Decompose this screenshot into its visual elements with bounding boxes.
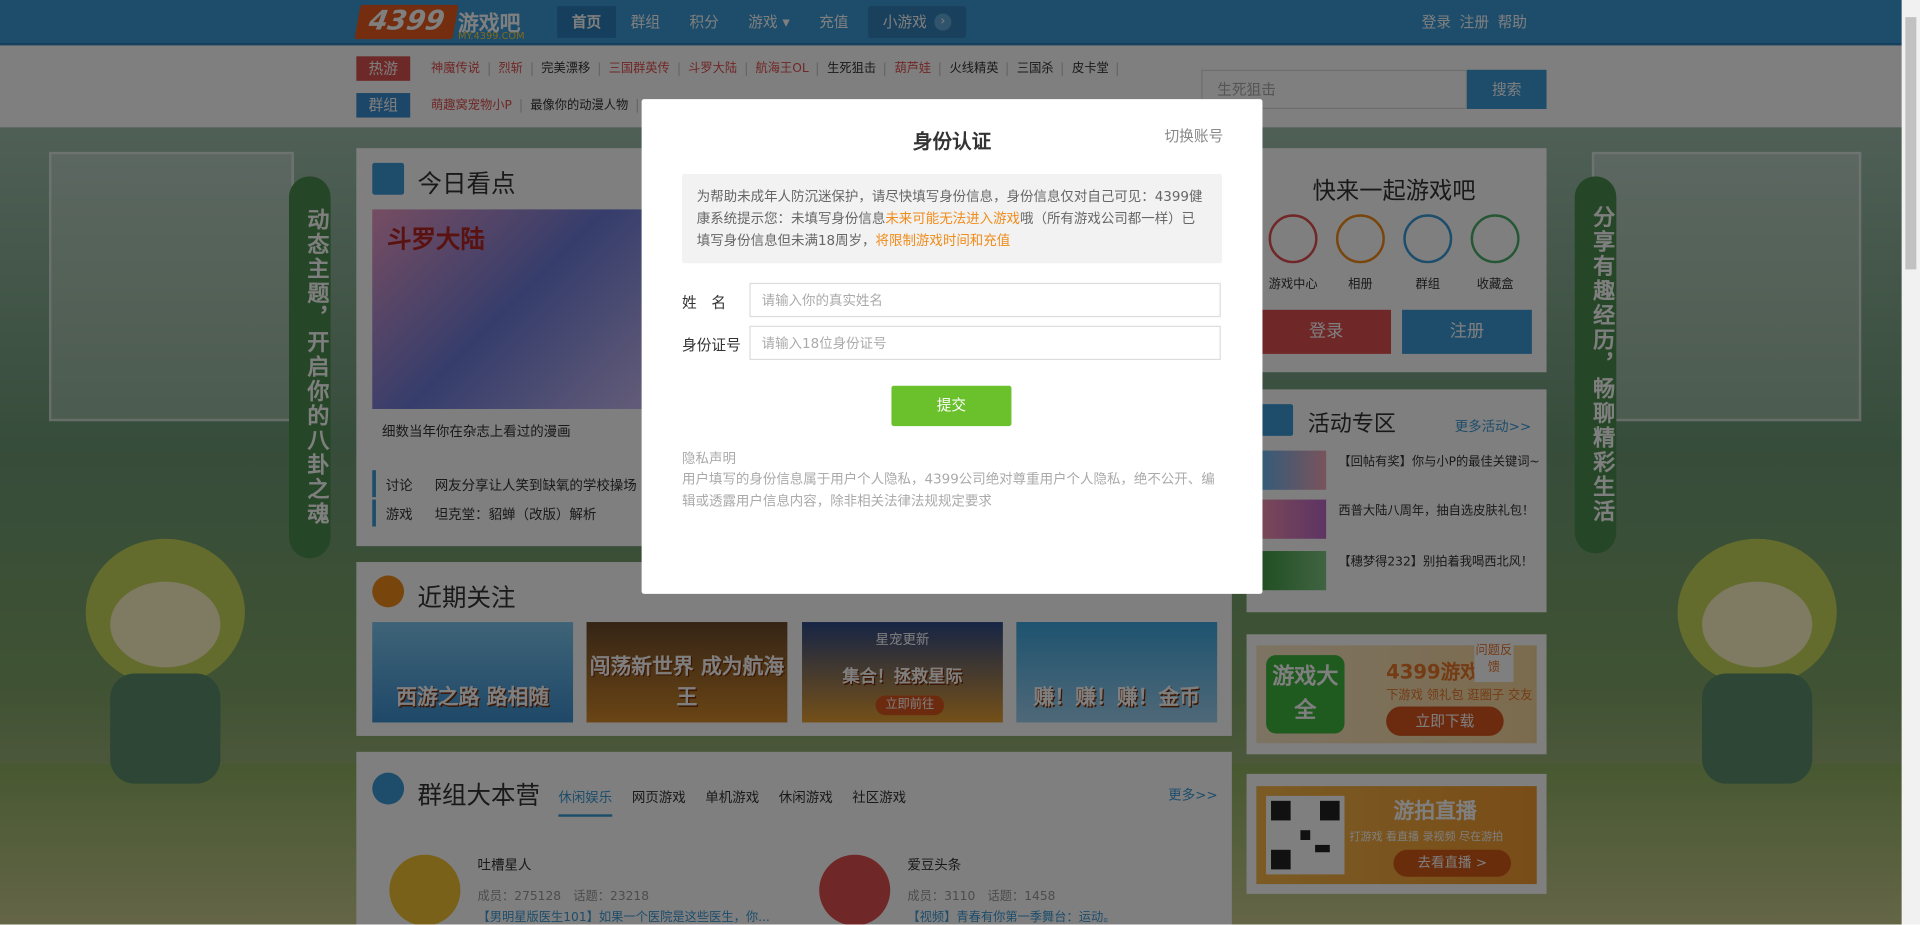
switch-account-link[interactable]: 切换账号 <box>1164 125 1223 146</box>
page-scrollbar[interactable] <box>1901 0 1920 925</box>
id-number-input[interactable] <box>749 325 1221 361</box>
id-label: 身份证号 <box>682 336 741 354</box>
page: 4399 游戏吧 MY.4399.COM 首页 群组 积分 游戏 ▾ 充值 小游… <box>0 0 1920 925</box>
notice-warning: 将限制游戏时间和充值 <box>875 232 1011 249</box>
submit-button[interactable]: 提交 <box>891 385 1012 427</box>
name-label: 姓 名 <box>682 293 727 312</box>
name-row: 姓 名 <box>682 282 1222 320</box>
identity-verification-dialog: 身份认证 切换账号 为帮助未成年人防沉迷保护，请尽快填写身份信息，身份信息仅对自… <box>641 99 1263 594</box>
id-row: 身份证号 <box>682 325 1222 363</box>
privacy-title: 隐私声明 <box>682 450 736 467</box>
real-name-input[interactable] <box>749 282 1221 318</box>
anti-addiction-notice: 为帮助未成年人防沉迷保护，请尽快填写身份信息，身份信息仅对自己可见：4399健康… <box>682 173 1223 264</box>
privacy-text: 用户填写的身份信息属于用户个人隐私，4399公司绝对尊重用户个人隐私，绝不公开、… <box>682 471 1215 510</box>
notice-warning: 未来可能无法进入游戏 <box>885 210 1021 227</box>
scrollbar-thumb[interactable] <box>1905 17 1917 270</box>
